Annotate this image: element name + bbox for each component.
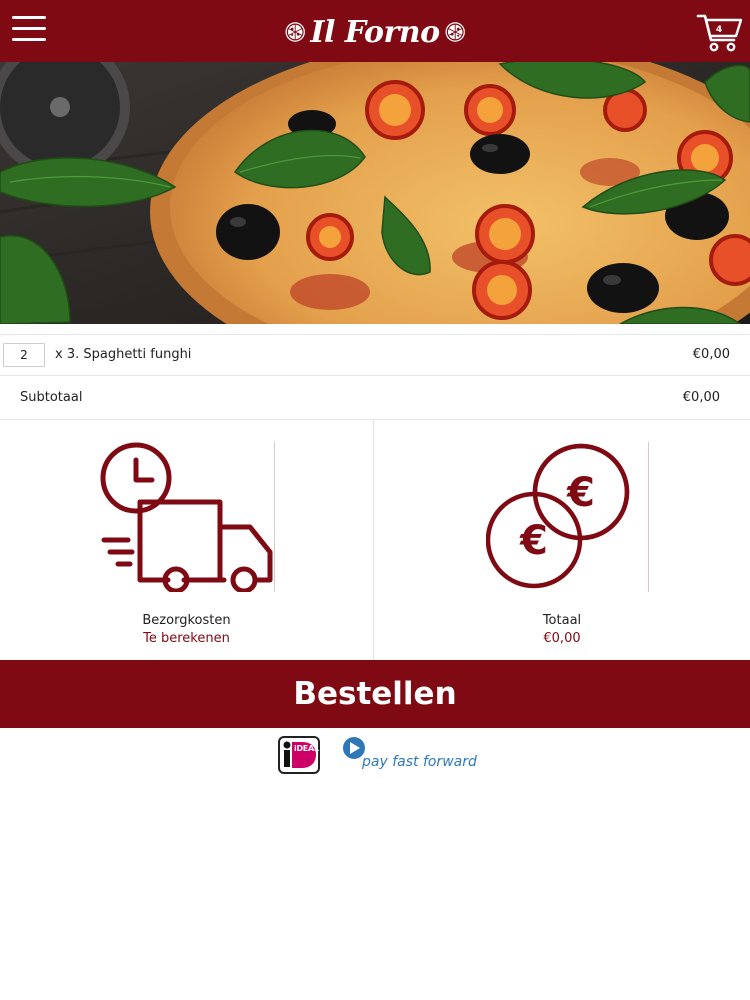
top-bar: Il Forno 4 [0,0,750,62]
logo-text: Il Forno [310,14,440,50]
subtotal-value: €0,00 [682,390,720,405]
subtotal-row: Subtotaal €0,00 [0,376,750,420]
separator-line [648,442,649,592]
order-line-item: x 3. Spaghetti funghi €0,00 [0,334,750,376]
cart-button[interactable]: 4 [696,10,744,54]
item-price: €0,00 [692,347,730,362]
logo[interactable]: Il Forno [284,12,466,52]
menu-icon[interactable] [12,16,48,46]
total-value: €0,00 [543,631,581,646]
cart-count-badge: 4 [715,25,723,35]
delivery-cost-value: Te berekenen [143,631,230,646]
delivery-truck-icon [100,442,273,592]
separator-line [274,442,275,592]
hero-pizza-image [0,62,750,324]
subtotal-label: Subtotaal [20,390,83,405]
pizza-icon [445,22,465,42]
ideal-logo: iDEAL [278,736,320,774]
delivery-cost-label: Bezorgkosten [142,613,231,628]
quantity-input[interactable] [3,343,45,367]
pizza-icon [285,22,305,42]
order-button[interactable]: Bestellen [0,660,750,728]
item-description: x 3. Spaghetti funghi [55,347,192,362]
payfastforward-logo: pay fast forward [342,734,482,774]
svg-text:€: € [566,470,595,516]
delivery-cost-panel: Bezorgkosten Te berekenen [0,420,374,660]
svg-text:€: € [519,518,548,564]
euro-coins-icon: € € [486,443,630,589]
total-label: Totaal [542,613,582,628]
total-panel: € € Totaal €0,00 [374,420,750,660]
